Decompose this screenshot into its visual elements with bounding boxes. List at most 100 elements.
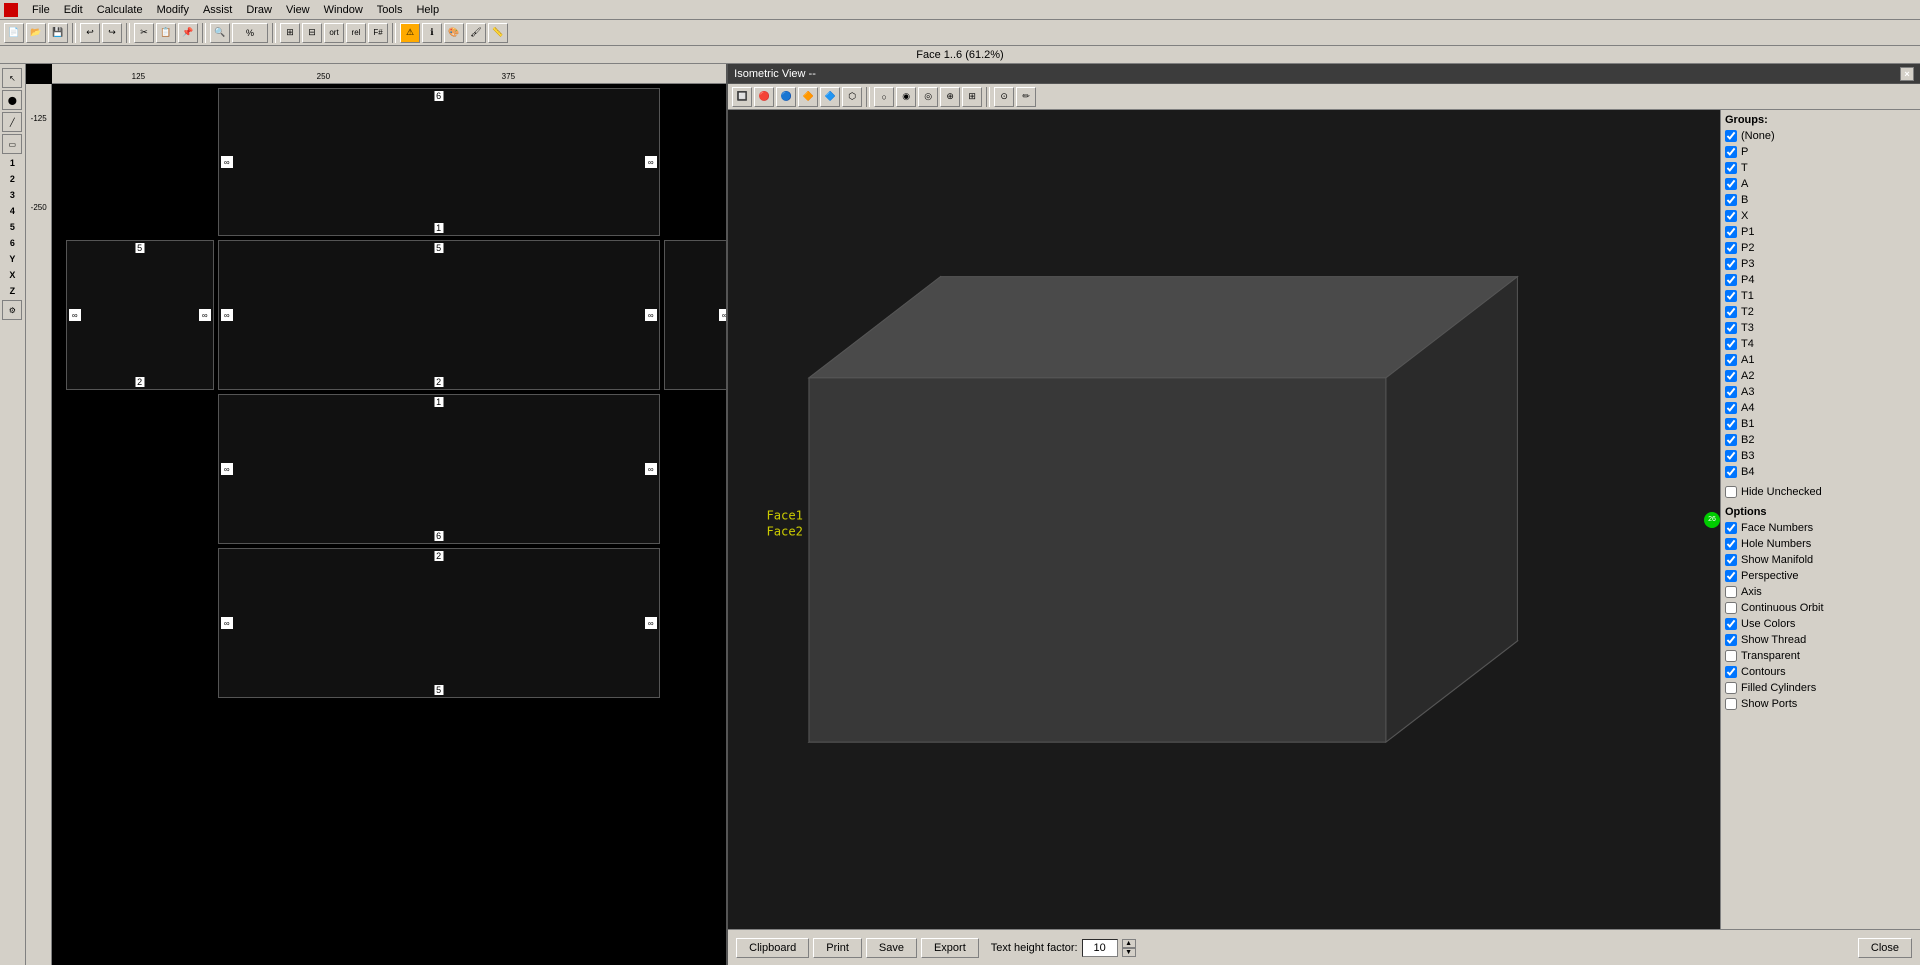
undo-button[interactable]: ↩ <box>80 23 100 43</box>
grid-button[interactable]: ⊟ <box>302 23 322 43</box>
ortho-button[interactable]: ort <box>324 23 344 43</box>
menu-calculate[interactable]: Calculate <box>91 2 149 18</box>
cut-button[interactable]: ✂ <box>134 23 154 43</box>
iso-tool-3[interactable]: 🔵 <box>776 87 796 107</box>
option-checkbox-continuous-orbit[interactable] <box>1725 602 1737 614</box>
iso-tool-12[interactable]: ⊙ <box>994 87 1014 107</box>
face-1-6[interactable]: 1 6 ∞ ∞ <box>218 394 660 544</box>
option-checkbox-transparent[interactable] <box>1725 650 1737 662</box>
paste-button[interactable]: 📌 <box>178 23 198 43</box>
group-checkbox-B[interactable] <box>1725 194 1737 206</box>
option-checkbox-axis[interactable] <box>1725 586 1737 598</box>
group-checkbox-T[interactable] <box>1725 162 1737 174</box>
paint-button[interactable]: 🖌 <box>466 23 486 43</box>
iso-tool-9[interactable]: ◎ <box>918 87 938 107</box>
tool-rect[interactable]: ▭ <box>2 134 22 154</box>
canvas-content[interactable]: 6 1 ∞ ∞ 5 2 ∞ ∞ 5 2 ∞ ∞ ∞ <box>52 84 727 965</box>
group-checkbox-A3[interactable] <box>1725 386 1737 398</box>
menu-view[interactable]: View <box>280 2 316 18</box>
iso-tool-11[interactable]: ⊞ <box>962 87 982 107</box>
group-checkbox-T2[interactable] <box>1725 306 1737 318</box>
option-checkbox-show-thread[interactable] <box>1725 634 1737 646</box>
menu-modify[interactable]: Modify <box>151 2 195 18</box>
hide-unchecked-checkbox[interactable] <box>1725 486 1737 498</box>
iso-viewport[interactable]: Face1 Face2 26 <box>728 110 1720 929</box>
spin-down[interactable]: ▼ <box>1122 948 1136 957</box>
print-button[interactable]: Print <box>813 938 862 958</box>
iso-tool-13[interactable]: ✏ <box>1016 87 1036 107</box>
option-checkbox-show-ports[interactable] <box>1725 698 1737 710</box>
save-3d-button[interactable]: Save <box>866 938 917 958</box>
face-5-2-left[interactable]: 5 2 ∞ ∞ <box>66 240 214 390</box>
copy-button[interactable]: 📋 <box>156 23 176 43</box>
group-checkbox-P1[interactable] <box>1725 226 1737 238</box>
tool-select[interactable]: ↖ <box>2 68 22 88</box>
group-checkbox-T1[interactable] <box>1725 290 1737 302</box>
menu-window[interactable]: Window <box>318 2 369 18</box>
f-button[interactable]: F# <box>368 23 388 43</box>
save-button[interactable]: 💾 <box>48 23 68 43</box>
iso-tool-10[interactable]: ⊕ <box>940 87 960 107</box>
group-checkbox-P[interactable] <box>1725 146 1737 158</box>
face-2-5[interactable]: 2 5 ∞ ∞ <box>218 548 660 698</box>
group-checkbox-A2[interactable] <box>1725 370 1737 382</box>
menu-edit[interactable]: Edit <box>58 2 89 18</box>
text-height-input[interactable] <box>1082 939 1118 957</box>
menu-file[interactable]: File <box>26 2 56 18</box>
option-checkbox-hole-numbers[interactable] <box>1725 538 1737 550</box>
iso-tool-1[interactable]: 🔲 <box>732 87 752 107</box>
drawing-area[interactable]: 125 250 375 -125 -250 6 1 ∞ ∞ 5 2 ∞ ∞ <box>26 64 727 965</box>
group-checkbox-B2[interactable] <box>1725 434 1737 446</box>
new-button[interactable]: 📄 <box>4 23 24 43</box>
color-button[interactable]: 🎨 <box>444 23 464 43</box>
group-checkbox-A4[interactable] <box>1725 402 1737 414</box>
group-checkbox-A1[interactable] <box>1725 354 1737 366</box>
ruler-button[interactable]: 📏 <box>488 23 508 43</box>
close-button[interactable]: Close <box>1858 938 1912 958</box>
export-button[interactable]: Export <box>921 938 979 958</box>
redo-button[interactable]: ↪ <box>102 23 122 43</box>
menu-tools[interactable]: Tools <box>371 2 409 18</box>
snap-button[interactable]: ⊞ <box>280 23 300 43</box>
menu-assist[interactable]: Assist <box>197 2 238 18</box>
group-checkbox-A[interactable] <box>1725 178 1737 190</box>
open-button[interactable]: 📂 <box>26 23 46 43</box>
group-checkbox-B4[interactable] <box>1725 466 1737 478</box>
tool-line[interactable]: ╱ <box>2 112 22 132</box>
zoom-in-button[interactable]: 🔍 <box>210 23 230 43</box>
iso-tool-2[interactable]: 🔴 <box>754 87 774 107</box>
group-checkbox-X[interactable] <box>1725 210 1737 222</box>
iso-close-button[interactable]: × <box>1900 67 1914 81</box>
iso-tool-6[interactable]: ⬡ <box>842 87 862 107</box>
clipboard-button[interactable]: Clipboard <box>736 938 809 958</box>
group-checkbox-T4[interactable] <box>1725 338 1737 350</box>
face-6-1[interactable]: 6 1 ∞ ∞ <box>218 88 660 236</box>
group-checkbox-P2[interactable] <box>1725 242 1737 254</box>
info-button[interactable]: ℹ <box>422 23 442 43</box>
menu-draw[interactable]: Draw <box>240 2 278 18</box>
option-checkbox-show-manifold[interactable] <box>1725 554 1737 566</box>
option-checkbox-perspective[interactable] <box>1725 570 1737 582</box>
group-checkbox-T3[interactable] <box>1725 322 1737 334</box>
option-checkbox-use-colors[interactable] <box>1725 618 1737 630</box>
iso-tool-4[interactable]: 🔶 <box>798 87 818 107</box>
iso-tool-7[interactable]: ○ <box>874 87 894 107</box>
face-5-2-right[interactable]: ∞ <box>664 240 727 390</box>
iso-tool-8[interactable]: ◉ <box>896 87 916 107</box>
option-checkbox-face-numbers[interactable] <box>1725 522 1737 534</box>
group-checkbox-P3[interactable] <box>1725 258 1737 270</box>
group-checkbox-B1[interactable] <box>1725 418 1737 430</box>
menu-help[interactable]: Help <box>410 2 445 18</box>
option-checkbox-contours[interactable] <box>1725 666 1737 678</box>
group-checkbox-B3[interactable] <box>1725 450 1737 462</box>
tool-node[interactable]: ⬤ <box>2 90 22 110</box>
rel-button[interactable]: rel <box>346 23 366 43</box>
snap-toggle[interactable]: ⚙ <box>2 300 22 320</box>
spin-up[interactable]: ▲ <box>1122 939 1136 948</box>
face-5-2-main[interactable]: 5 2 ∞ ∞ <box>218 240 660 390</box>
group-checkbox-P4[interactable] <box>1725 274 1737 286</box>
group-checkbox-None[interactable] <box>1725 130 1737 142</box>
iso-tool-5[interactable]: 🔷 <box>820 87 840 107</box>
zoom-field[interactable]: % <box>232 23 268 43</box>
option-checkbox-filled-cylinders[interactable] <box>1725 682 1737 694</box>
